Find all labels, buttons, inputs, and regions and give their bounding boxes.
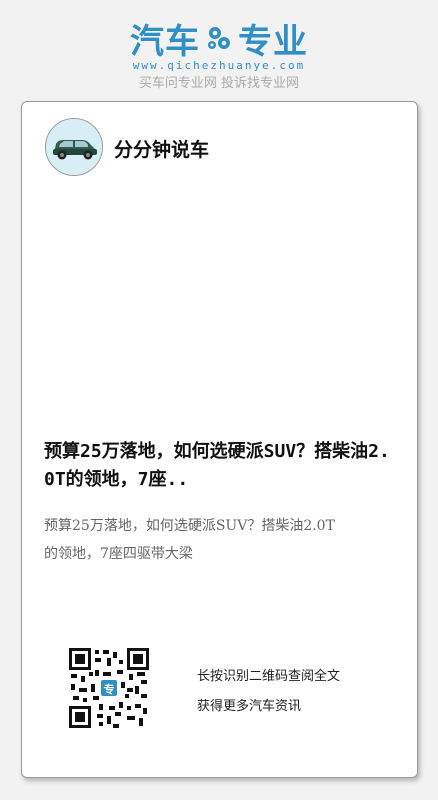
qr-hint-line2: 获得更多汽车资讯 — [197, 699, 302, 714]
site-url: www.qichezhuanye.com — [132, 59, 306, 72]
gear-icon — [208, 27, 230, 49]
slogan: 买车问专业网 投诉找专业网 — [138, 76, 300, 91]
article-card: 分分钟说车 预算25万落地，如何选硬派SUV？搭柴油2.0T的领地，7座.. 预… — [21, 101, 418, 778]
brand-left-text: 汽车 — [130, 21, 200, 62]
svg-text:专: 专 — [104, 682, 115, 696]
qr-hint: 长按识别二维码查阅全文 获得更多汽车资讯 — [197, 662, 340, 722]
account-name: 分分钟说车 — [114, 140, 210, 161]
avatar — [45, 118, 103, 176]
car-icon — [46, 119, 102, 175]
qr-code[interactable]: 专 — [69, 648, 149, 728]
article-summary: 预算25万落地，如何选硬派SUV？搭柴油2.0T的领地，7座四驱带大梁 — [44, 518, 335, 562]
qr-hint-line1: 长按识别二维码查阅全文 — [197, 669, 341, 684]
brand-right-text: 专业 — [238, 21, 308, 62]
brand-logo: 汽车 专业 — [0, 18, 438, 62]
article-title: 预算25万落地，如何选硬派SUV？搭柴油2.0T的领地，7座.. — [44, 441, 390, 490]
